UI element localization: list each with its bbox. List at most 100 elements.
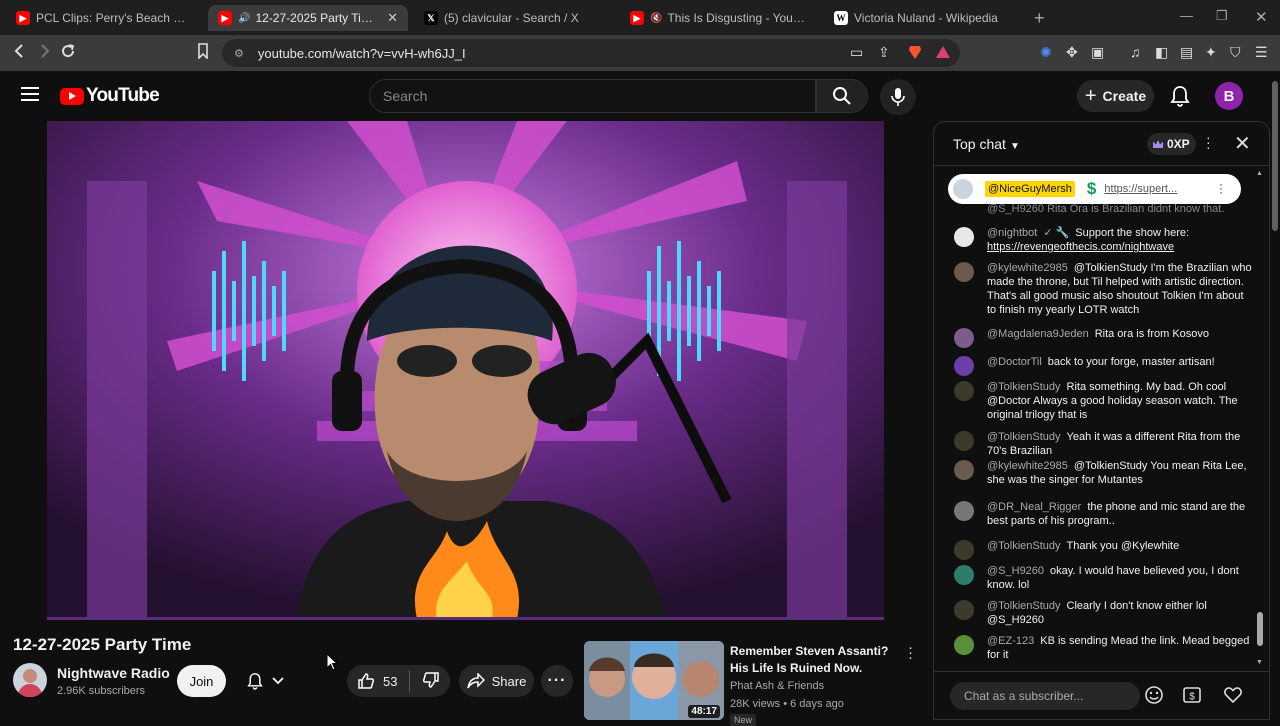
minimize-icon[interactable]: — [1180, 8, 1193, 23]
notifications-bell-icon[interactable] [1170, 85, 1190, 112]
browser-tab[interactable]: 𝕏 (5) clavicular - Search / X [414, 5, 610, 31]
media-controls-icon[interactable]: ♫ [1130, 44, 1141, 60]
chat-scrollbar-thumb[interactable] [1257, 612, 1263, 646]
browser-tab[interactable]: W Victoria Nuland - Wikipedia [824, 5, 1020, 31]
pinned-menu-icon[interactable]: · · · [1219, 178, 1223, 198]
video-player[interactable] [47, 121, 884, 619]
chat-username[interactable]: @nightbot [987, 227, 1037, 239]
chat-username[interactable]: @TolkienStudy [987, 540, 1061, 552]
browser-tab[interactable]: ▶ 🔇 This Is Disgusting - YouTube [620, 5, 816, 31]
video-title: 12-27-2025 Party Time [13, 635, 192, 654]
user-avatar [954, 460, 974, 480]
emoji-icon[interactable] [1144, 685, 1164, 710]
live-chat-panel: Top chat ▼ 0XP · · · ✕ @S_H9260 Rita Ora is… [933, 121, 1270, 720]
chat-header: Top chat ▼ 0XP · · · ✕ [934, 122, 1269, 166]
chat-menu-icon[interactable]: · · · [1206, 130, 1211, 154]
create-button[interactable]: + Create [1077, 80, 1154, 112]
menu-icon[interactable] [21, 87, 39, 101]
youtube-logo[interactable]: YouTube [60, 85, 160, 107]
related-video-thumbnail[interactable]: 48:17 [584, 641, 724, 720]
site-settings-icon[interactable]: ⚙ [234, 47, 244, 60]
heart-icon[interactable] [1223, 685, 1243, 710]
thumbs-down-icon [422, 671, 439, 688]
share-button[interactable]: Share [459, 665, 534, 697]
chat-username[interactable]: @EZ-123 [987, 635, 1034, 647]
chat-username[interactable]: @kylewhite2985 [987, 262, 1068, 274]
vpn-shield-icon[interactable]: ⛉ [1230, 44, 1241, 61]
cast-icon[interactable]: ▭ [850, 44, 863, 61]
chat-username[interactable]: @TolkienStudy [987, 600, 1061, 612]
sidebar-icon[interactable]: ◧ [1155, 44, 1168, 61]
browser-tab[interactable]: ▶ PCL Clips: Perry's Beach Disaster - Yo [6, 5, 202, 31]
chat-message: @Magdalena9Jeden Rita ora is from Kosovo [954, 327, 1254, 348]
chat-username[interactable]: @DoctorTil [987, 356, 1042, 368]
brave-rewards-icon[interactable] [935, 44, 951, 63]
like-button[interactable]: 53 [347, 672, 409, 690]
pinned-link[interactable]: https://supert... [1104, 183, 1177, 195]
user-avatar [954, 635, 974, 655]
search-placeholder: Search [383, 88, 428, 104]
page-scrollbar[interactable] [1270, 71, 1280, 720]
maximize-icon[interactable]: ❐ [1216, 8, 1228, 24]
related-video-title[interactable]: Remember Steven Assanti? His Life Is Rui… [730, 643, 900, 677]
channel-avatar[interactable] [13, 663, 47, 697]
chat-username[interactable]: @kylewhite2985 [987, 460, 1068, 472]
chat-input[interactable]: Chat as a subscriber... [950, 682, 1140, 710]
chat-input-placeholder: Chat as a subscriber... [964, 689, 1084, 703]
video-progress-bar[interactable] [47, 617, 884, 620]
voice-search-button[interactable] [880, 79, 916, 115]
browser-tab-active[interactable]: ▶ 🔊 12-27-2025 Party Time - YouT ✕ [208, 5, 408, 31]
account-avatar[interactable]: B [1215, 82, 1243, 110]
window-close-icon[interactable]: ✕ [1255, 8, 1268, 26]
super-chat-icon[interactable]: $ [1182, 685, 1202, 710]
xp-badge[interactable]: 0XP [1147, 133, 1196, 155]
vpn-icon[interactable]: ✺ [1040, 44, 1052, 61]
join-button[interactable]: Join [177, 665, 226, 697]
bookmark-icon[interactable] [197, 43, 209, 64]
chat-username[interactable]: @DR_Neal_Rigger [987, 501, 1081, 513]
svg-text:$: $ [1189, 692, 1195, 703]
verified-wrench-badges-icon: ✓ 🔧 [1043, 227, 1070, 239]
chat-message: @TolkienStudy Rita something. My bad. Oh … [954, 380, 1254, 422]
subscription-notifications-button[interactable] [236, 665, 294, 697]
related-video-menu-icon[interactable]: · · · [908, 640, 913, 665]
scroll-up-arrow-icon[interactable]: ▲ [1256, 170, 1263, 177]
dislike-button[interactable] [410, 671, 440, 692]
chat-text: Rita ora is from Kosovo [1094, 328, 1210, 340]
chat-username[interactable]: @TolkienStudy [987, 431, 1061, 443]
scroll-down-arrow-icon[interactable]: ▼ [1256, 659, 1263, 666]
channel-name[interactable]: Nightwave Radio [57, 665, 170, 681]
new-tab-icon[interactable]: + [1034, 8, 1045, 29]
address-toolbar: ⚙ youtube.com/watch?v=vvH-wh6JJ_I ▭ ⇪ ✺ … [0, 35, 1280, 71]
search-icon [833, 87, 851, 105]
create-label: Create [1102, 88, 1147, 104]
more-actions-button[interactable]: ··· [541, 665, 573, 697]
browser-menu-icon[interactable]: ☰ [1255, 44, 1268, 61]
like-count: 53 [383, 673, 398, 689]
extensions-icon[interactable]: ✥ [1066, 44, 1078, 61]
reload-icon[interactable] [60, 43, 76, 64]
wallet-icon[interactable]: ▤ [1180, 44, 1193, 61]
related-video-channel[interactable]: Phat Ash & Friends [730, 680, 824, 692]
share-arrow-icon [466, 673, 485, 689]
user-avatar [954, 565, 974, 585]
share-page-icon[interactable]: ⇪ [878, 44, 890, 61]
search-input[interactable]: Search [369, 79, 816, 113]
chat-close-icon[interactable]: ✕ [1234, 131, 1251, 156]
back-arrow-icon[interactable] [12, 43, 26, 64]
page-scrollbar-thumb[interactable] [1272, 81, 1278, 231]
brave-shields-icon[interactable] [907, 44, 923, 63]
screenshot-icon[interactable]: ▣ [1091, 44, 1104, 61]
chat-message: @DR_Neal_Rigger the phone and mic stand a… [954, 500, 1254, 528]
chat-username[interactable]: @Magdalena9Jeden [987, 328, 1089, 340]
chat-mode-dropdown[interactable]: Top chat ▼ [953, 136, 1020, 152]
chat-username[interactable]: @S_H9260 [987, 565, 1044, 577]
chat-link[interactable]: https://revengeofthecis.com/nightwave [987, 241, 1174, 253]
pinned-message[interactable]: @NiceGuyMersh $ https://supert... · · · [948, 174, 1241, 204]
leo-ai-icon[interactable]: ✦ [1205, 44, 1217, 61]
forward-arrow-icon[interactable] [38, 43, 52, 64]
like-dislike-group: 53 [347, 665, 450, 697]
tab-close-icon[interactable]: ✕ [387, 10, 398, 26]
chat-username[interactable]: @TolkienStudy [987, 381, 1061, 393]
search-button[interactable] [816, 79, 868, 113]
